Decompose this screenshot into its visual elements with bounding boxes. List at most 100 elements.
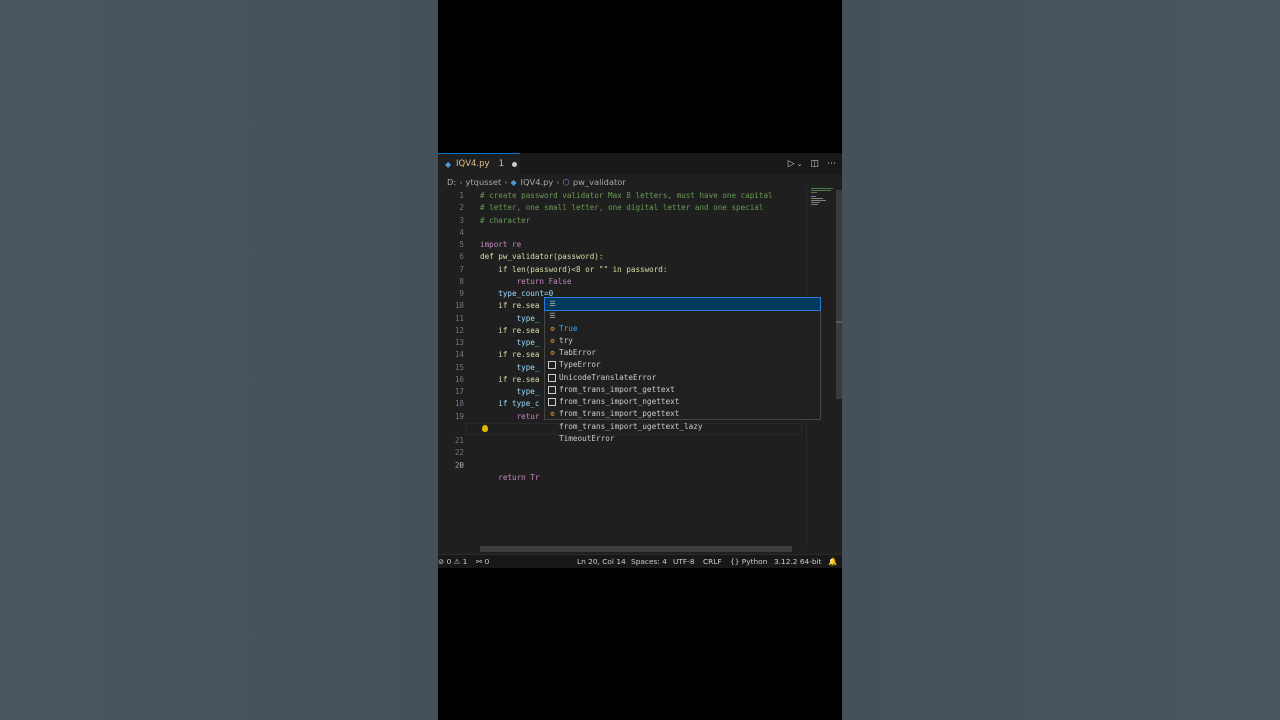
- tab-bar: ◆ IQV4.py 1 ▷ ⌄ ◫ ⋯: [438, 153, 842, 174]
- ports-indicator[interactable]: ⚯ 0: [476, 557, 489, 566]
- run-icon[interactable]: ▷: [788, 159, 795, 169]
- language-label: Python: [741, 557, 768, 566]
- breadcrumb-drive[interactable]: D:: [447, 177, 456, 187]
- module-icon: [548, 385, 556, 394]
- line-number: 7: [459, 264, 464, 274]
- module-icon: [548, 398, 556, 406]
- line-number: 16: [454, 374, 464, 384]
- line-number: 15: [454, 362, 464, 372]
- line-number: 4: [459, 227, 464, 237]
- suggestion-item[interactable]: ☰ try: [545, 310, 820, 345]
- interpreter-version[interactable]: 3.12.2 64-bit: [774, 557, 822, 566]
- vscode-window: ◆ IQV4.py 1 ▷ ⌄ ◫ ⋯ D: › ytqusset › ◆ IQ…: [438, 153, 842, 568]
- line-code: if type_c: [480, 399, 540, 409]
- error-icon: ⊘: [438, 557, 445, 566]
- suggestion-widget: ☰ True ☰ try ⚙ TabError ⚙ TypeError ⚙ Un…: [544, 296, 821, 443]
- code-line: 3 # character: [438, 215, 806, 227]
- line-code: type_: [480, 338, 540, 347]
- minimap-line: [811, 198, 823, 199]
- line-number: 6: [459, 252, 464, 262]
- suggestion-label: TimeoutError: [559, 433, 615, 443]
- line-number: 13: [454, 338, 464, 347]
- vertical-scrollbar[interactable]: [836, 190, 842, 399]
- suggestion-item[interactable]: ☰ True: [544, 296, 821, 333]
- line-code: if re.sea: [480, 374, 540, 384]
- split-editor-icon[interactable]: ◫: [810, 159, 819, 169]
- line-number: 19: [454, 411, 464, 421]
- minimap-line: [811, 200, 826, 201]
- code-line: 1 # create password validator Max 8 lette…: [438, 190, 806, 202]
- line-number: 5: [459, 240, 464, 249]
- minimap-line: [811, 202, 820, 203]
- minimap-line: [811, 190, 831, 191]
- line-code: # create password validator Max 8 letter…: [480, 191, 773, 200]
- more-actions-icon[interactable]: ⋯: [827, 159, 836, 169]
- line-number: 11: [454, 313, 464, 323]
- line-number: 2: [459, 203, 464, 213]
- code-line: 23: [438, 460, 806, 472]
- line-number: 10: [454, 301, 464, 311]
- language-mode[interactable]: {} Python: [730, 557, 767, 566]
- encoding-setting[interactable]: UTF-8: [673, 557, 695, 566]
- module-icon: [548, 373, 556, 382]
- class-icon: ⚙: [550, 324, 555, 333]
- minimap-line: [811, 188, 833, 189]
- python-file-icon: ◆: [510, 177, 517, 187]
- breadcrumb-separator-icon: ›: [459, 177, 463, 187]
- error-count: 0: [446, 557, 452, 566]
- breadcrumb-file[interactable]: IQV4.py: [521, 177, 554, 187]
- breadcrumb-symbol[interactable]: pw_validator: [573, 177, 626, 187]
- tab-problem-count: 1: [498, 159, 504, 169]
- code-line: 2 # letter, one small letter, one digital…: [438, 202, 806, 214]
- suggestion-item[interactable]: ⚙ UnicodeTranslateError: [545, 347, 820, 382]
- notifications-bell-icon[interactable]: 🔔: [828, 557, 837, 566]
- line-number: 18: [454, 399, 464, 409]
- code-line: 5 import re: [438, 239, 806, 251]
- function-symbol-icon: ⬡: [562, 177, 570, 187]
- line-code: retur: [480, 411, 540, 421]
- line-code: type_count=0: [480, 289, 554, 298]
- unsaved-dot-icon[interactable]: [511, 161, 517, 167]
- line-code: import re: [480, 240, 522, 249]
- minimap-line: [811, 192, 817, 193]
- suggestion-item[interactable]: ⚙ TabError: [545, 323, 820, 358]
- line-code: def pw_validator(password):: [480, 252, 604, 262]
- line-code: return False: [480, 276, 572, 286]
- line-code: if re.sea: [480, 301, 540, 311]
- line-number: 22: [454, 448, 464, 458]
- line-code: if len(password)<8 or "" in password:: [480, 264, 668, 274]
- eol-setting[interactable]: CRLF: [703, 557, 722, 566]
- warning-count: 1: [462, 557, 468, 566]
- indentation-setting[interactable]: Spaces: 4: [631, 557, 667, 566]
- breadcrumb-separator-icon: ›: [504, 177, 508, 187]
- suggestion-item[interactable]: from_trans_import_pgettext: [545, 384, 820, 418]
- suggestion-item[interactable]: from_trans_import_ngettext: [545, 372, 820, 406]
- lightbulb-icon[interactable]: [482, 424, 488, 432]
- tab-iqv4-py[interactable]: ◆ IQV4.py 1: [438, 153, 520, 174]
- braces-icon: {}: [730, 557, 740, 566]
- horizontal-scrollbar[interactable]: [480, 546, 792, 552]
- code-line: 8 return False: [438, 276, 806, 288]
- suggestion-item[interactable]: from_trans_import_ugettext_lazy: [545, 396, 820, 431]
- suggestion-item[interactable]: from_trans_import_gettext: [545, 359, 820, 394]
- problems-indicator[interactable]: ⊘ 0 ⚠ 1: [438, 557, 467, 566]
- module-icon: [548, 361, 556, 370]
- line-number: 12: [454, 325, 464, 335]
- ports-icon: ⚯: [476, 557, 483, 566]
- breadcrumb-folder[interactable]: ytqusset: [466, 177, 502, 187]
- line-number: 9: [459, 289, 464, 298]
- editor-actions: ▷ ⌄ ◫ ⋯: [788, 153, 836, 174]
- line-code: # letter, one small letter, one digital …: [480, 203, 764, 213]
- blurred-background-right: [842, 0, 1280, 720]
- class-icon: ⚙: [550, 410, 555, 419]
- status-bar: ⊘ 0 ⚠ 1 ⚯ 0 Ln 20, Col 14 Spaces: 4 UTF-…: [438, 554, 842, 568]
- cursor-position[interactable]: Ln 20, Col 14: [577, 557, 626, 566]
- suggestion-item[interactable]: ⚙ TimeoutError: [545, 408, 820, 443]
- suggestion-item[interactable]: ⚙ TypeError: [545, 335, 820, 370]
- video-frame: ◆ IQV4.py 1 ▷ ⌄ ◫ ⋯ D: › ytqusset › ◆ IQ…: [438, 0, 842, 720]
- line-number: 17: [454, 387, 464, 396]
- line-code: type_: [480, 387, 540, 396]
- keyword-icon: ☰: [549, 312, 556, 321]
- code-line: 22: [438, 447, 806, 459]
- run-dropdown-chevron-icon[interactable]: ⌄: [797, 160, 803, 168]
